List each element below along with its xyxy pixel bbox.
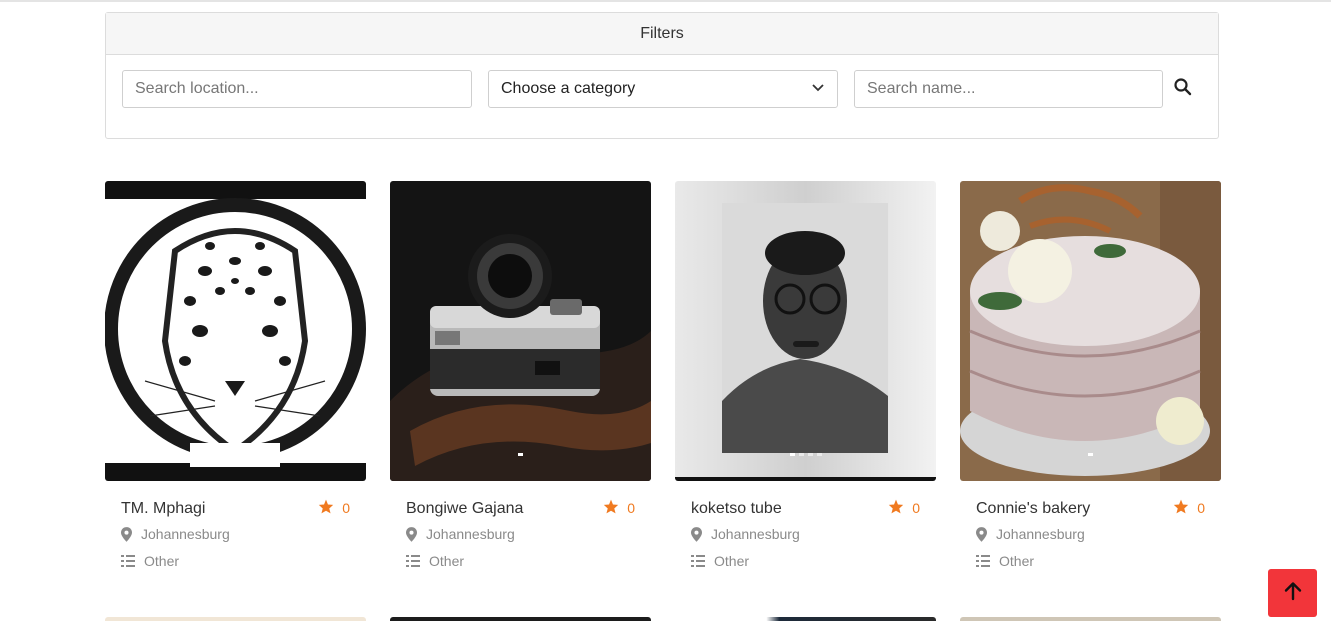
business-card-partial[interactable] bbox=[675, 617, 936, 621]
category-text: Other bbox=[429, 553, 465, 569]
rating-count: 0 bbox=[1197, 500, 1205, 516]
business-image[interactable] bbox=[960, 181, 1221, 481]
location-text: Johannesburg bbox=[426, 526, 515, 542]
business-image[interactable] bbox=[675, 181, 936, 481]
star-icon bbox=[603, 499, 619, 517]
business-name[interactable]: Bongiwe Gajana bbox=[406, 500, 523, 518]
business-card[interactable]: TM. Mphagi 0 Johannesburg Other bbox=[105, 181, 366, 581]
category-row: Other bbox=[691, 553, 749, 569]
search-button[interactable] bbox=[1170, 76, 1196, 102]
star-icon bbox=[888, 499, 904, 517]
carousel-dots[interactable] bbox=[105, 453, 366, 456]
list-icon bbox=[691, 555, 705, 567]
business-card-partial[interactable] bbox=[390, 617, 651, 621]
star-icon bbox=[318, 499, 334, 517]
rating: 0 bbox=[888, 499, 920, 517]
business-name[interactable]: koketso tube bbox=[691, 500, 782, 518]
category-row: Other bbox=[976, 553, 1034, 569]
business-card-partial[interactable] bbox=[105, 617, 366, 621]
search-location-input[interactable] bbox=[122, 70, 472, 108]
filters-title: Filters bbox=[106, 13, 1218, 55]
rating: 0 bbox=[318, 499, 350, 517]
location-row: Johannesburg bbox=[121, 526, 230, 542]
map-pin-icon bbox=[976, 526, 987, 542]
rating-count: 0 bbox=[342, 500, 350, 516]
search-icon bbox=[1173, 77, 1193, 102]
category-text: Other bbox=[714, 553, 750, 569]
carousel-dots[interactable] bbox=[390, 453, 651, 456]
chevron-down-icon bbox=[811, 80, 825, 98]
top-divider bbox=[0, 0, 1331, 2]
rating: 0 bbox=[603, 499, 635, 517]
carousel-dots[interactable] bbox=[675, 453, 936, 456]
business-card-partial[interactable] bbox=[960, 617, 1221, 621]
rating-count: 0 bbox=[912, 500, 920, 516]
map-pin-icon bbox=[406, 526, 417, 542]
category-select-value: Choose a category bbox=[501, 80, 636, 97]
search-name-input[interactable] bbox=[854, 70, 1163, 108]
business-name[interactable]: Connie's bakery bbox=[976, 500, 1090, 518]
business-name[interactable]: TM. Mphagi bbox=[121, 500, 205, 518]
location-text: Johannesburg bbox=[141, 526, 230, 542]
category-text: Other bbox=[144, 553, 180, 569]
business-card[interactable]: Connie's bakery 0 Johannesburg Other bbox=[960, 181, 1221, 581]
rating-count: 0 bbox=[627, 500, 635, 516]
location-text: Johannesburg bbox=[996, 526, 1085, 542]
category-row: Other bbox=[121, 553, 179, 569]
list-icon bbox=[406, 555, 420, 567]
arrow-up-icon bbox=[1284, 581, 1302, 606]
list-icon bbox=[976, 555, 990, 567]
location-row: Johannesburg bbox=[691, 526, 800, 542]
filters-panel: Filters Choose a category bbox=[105, 12, 1219, 139]
business-card[interactable]: Bongiwe Gajana 0 Johannesburg Other bbox=[390, 181, 651, 581]
category-text: Other bbox=[999, 553, 1035, 569]
list-icon bbox=[121, 555, 135, 567]
location-row: Johannesburg bbox=[406, 526, 515, 542]
business-image[interactable] bbox=[390, 181, 651, 481]
star-icon bbox=[1173, 499, 1189, 517]
scroll-to-top-button[interactable] bbox=[1268, 569, 1317, 617]
rating: 0 bbox=[1173, 499, 1205, 517]
business-card[interactable]: koketso tube 0 Johannesburg Other bbox=[675, 181, 936, 581]
location-text: Johannesburg bbox=[711, 526, 800, 542]
business-image[interactable] bbox=[105, 181, 366, 481]
location-row: Johannesburg bbox=[976, 526, 1085, 542]
carousel-dots[interactable] bbox=[960, 453, 1221, 456]
category-row: Other bbox=[406, 553, 464, 569]
map-pin-icon bbox=[121, 526, 132, 542]
category-select[interactable]: Choose a category bbox=[488, 70, 838, 108]
map-pin-icon bbox=[691, 526, 702, 542]
